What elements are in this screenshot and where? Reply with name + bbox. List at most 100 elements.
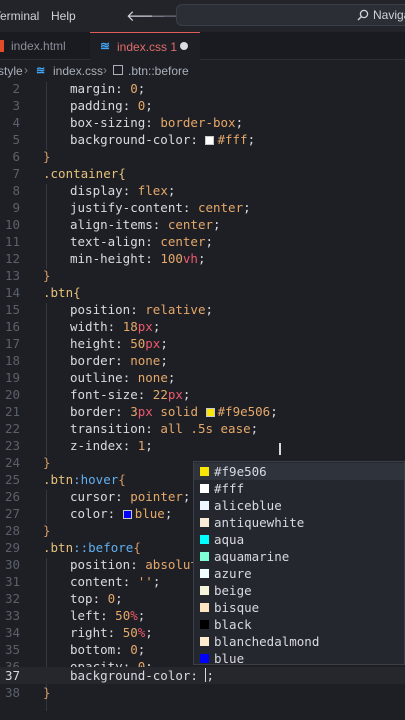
html-file-icon [0, 40, 4, 52]
tab-index-html[interactable]: index.html [0, 32, 90, 60]
line-number: 14 [4, 285, 20, 300]
line-number: 12 [4, 251, 20, 266]
css-value: #f9e506 [217, 404, 271, 419]
menu-help[interactable]: Help [51, 9, 76, 23]
line-number: 18 [4, 353, 20, 368]
code-line: 11 text-align: center; [0, 233, 405, 250]
line-number: 22 [4, 421, 20, 436]
color-swatch-icon [200, 637, 209, 646]
breadcrumb-file[interactable]: index.css [53, 64, 103, 78]
color-swatch-icon[interactable] [205, 136, 215, 145]
css-selector: .btn [43, 472, 74, 487]
code-line: 23 z-index: 1; [0, 437, 405, 454]
suggestion-label: aquamarine [214, 549, 290, 564]
css-property: position [70, 557, 131, 572]
css-value: #fff [217, 132, 248, 147]
code-line: 13} [0, 267, 405, 284]
color-swatch-icon [200, 586, 209, 595]
line-number: 7 [12, 166, 20, 181]
line-number: 4 [12, 115, 20, 130]
closing-brace: } [43, 149, 51, 164]
line-number: 37 [4, 668, 20, 683]
suggestion-item[interactable]: #fff [194, 480, 404, 497]
color-swatch-icon [200, 501, 209, 510]
color-swatch-icon[interactable] [205, 408, 215, 417]
css-property: width [70, 319, 108, 334]
chevron-right-icon: › [24, 63, 28, 77]
line-number: 24 [4, 455, 20, 470]
css-selector: .btn [43, 540, 74, 555]
line-number: 19 [4, 370, 20, 385]
color-swatch-icon [200, 603, 209, 612]
menu-terminal[interactable]: Terminal [0, 9, 39, 23]
suggestion-item[interactable]: aqua [194, 531, 404, 548]
css-value: 100 [160, 251, 183, 266]
suggestion-item[interactable]: blanchedalmond [194, 633, 404, 650]
command-search-box[interactable]: Navigat [176, 4, 405, 26]
css-property: justify-content [70, 200, 183, 215]
code-line: 9 justify-content: center; [0, 199, 405, 216]
tab-label: index.css 1 [117, 40, 178, 54]
css-selector: .container{ [43, 166, 126, 181]
code-line: 6} [0, 148, 405, 165]
search-icon [357, 9, 369, 21]
css-value: 0 [130, 81, 138, 96]
css-unit: px [145, 336, 161, 351]
code-line-current: 37 background-color: ; [0, 667, 405, 684]
code-line: 8 display: flex; [0, 182, 405, 199]
css-property: margin [70, 81, 116, 96]
suggestion-label: aqua [214, 532, 245, 547]
chevron-right-icon: › [103, 63, 107, 77]
suggestion-label: aliceblue [214, 498, 282, 513]
css-value: 50 [130, 336, 146, 351]
css-value: none [137, 370, 168, 385]
code-line: 12 min-height: 100vh; [0, 250, 405, 267]
suggestion-item[interactable]: black [194, 616, 404, 633]
suggestion-item[interactable]: blue [194, 650, 404, 664]
css-property: bottom [70, 642, 116, 657]
code-line: 22 transition: all .5s ease; [0, 420, 405, 437]
breadcrumb-symbol[interactable]: .btn::before [128, 64, 189, 78]
css-property: min-height [70, 251, 146, 266]
suggestion-item[interactable]: antiquewhite [194, 514, 404, 531]
code-line: 2 margin: 0; [0, 80, 405, 97]
css-property: text-align [70, 234, 146, 249]
line-number: 13 [4, 268, 20, 283]
suggestion-item[interactable]: beige [194, 582, 404, 599]
editor-tabs: index.html index.css 1 ≊ [0, 32, 405, 60]
css-property: box-sizing [70, 115, 146, 130]
suggestion-item[interactable]: azure [194, 565, 404, 582]
line-number: 8 [12, 183, 20, 198]
css-value: 50 [115, 608, 131, 623]
line-number: 23 [4, 438, 20, 453]
line-number: 34 [4, 625, 20, 640]
color-swatch-icon[interactable] [122, 510, 132, 519]
css-value: center [197, 200, 244, 215]
closing-brace: } [43, 268, 51, 283]
suggestion-item[interactable]: #f9e506 [194, 463, 404, 480]
suggestion-item[interactable]: aliceblue [194, 497, 404, 514]
line-number: 16 [4, 319, 20, 334]
line-number: 29 [4, 540, 20, 555]
color-suggestion-list[interactable]: #f9e506 #fff aliceblue antiquewhite aqua… [193, 461, 405, 665]
line-number: 28 [4, 523, 20, 538]
breadcrumb-folder[interactable]: style [0, 64, 23, 78]
color-swatch-icon [200, 654, 209, 663]
suggestion-item[interactable]: aquamarine [194, 548, 404, 565]
breadcrumb: style › ≊ index.css › .btn::before [0, 60, 405, 82]
css-property: position [70, 302, 131, 317]
css-property: content [70, 574, 123, 589]
menu-bar: Terminal Help 🡐 🡒 Navigat [0, 0, 405, 32]
suggestion-label: antiquewhite [214, 515, 305, 530]
suggestion-label: beige [214, 583, 252, 598]
text-cursor-icon [279, 443, 281, 455]
css-unit: px [167, 387, 183, 402]
css-property: z-index [70, 438, 123, 453]
css-value: 0 [130, 642, 138, 657]
suggestion-item[interactable]: bisque [194, 599, 404, 616]
code-line: 21 border: 3px solid #f9e506; [0, 403, 405, 420]
closing-brace: } [43, 685, 51, 700]
unsaved-dot-icon[interactable] [180, 42, 188, 50]
css-value: 22 [152, 387, 168, 402]
line-number: 6 [12, 149, 20, 164]
